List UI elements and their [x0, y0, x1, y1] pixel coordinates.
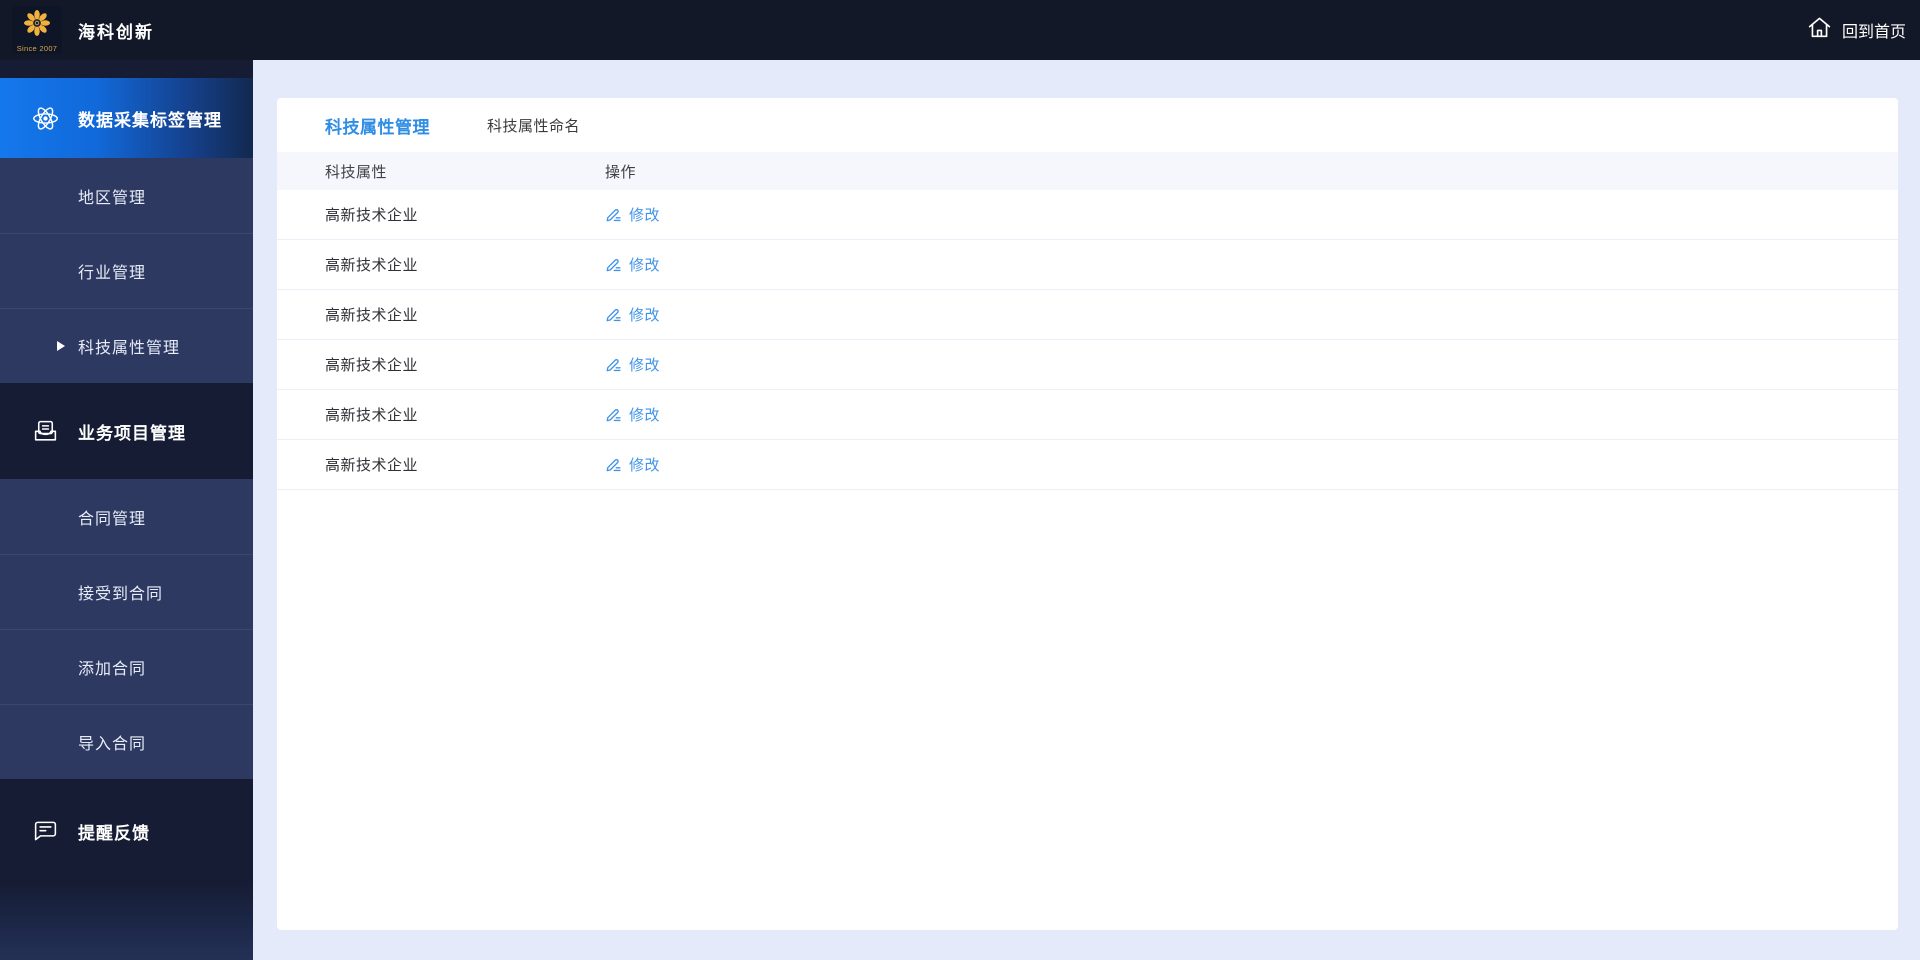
table-row: 高新技术企业 修改: [277, 240, 1898, 290]
sidebar-item-received-contracts[interactable]: 接受到合同: [0, 554, 253, 629]
sidebar-item-label: 提醒反馈: [78, 823, 150, 843]
sidebar-item-label: 数据采集标签管理: [78, 110, 222, 130]
sidebar-item-region-management[interactable]: 地区管理: [0, 158, 253, 233]
sidebar-item-label: 地区管理: [78, 189, 147, 207]
attribute-cell: 高新技术企业: [325, 207, 419, 224]
edit-button[interactable]: 修改: [605, 204, 660, 225]
attribute-cell: 高新技术企业: [325, 257, 419, 274]
edit-pen-icon: [605, 406, 622, 423]
caret-right-icon: [57, 341, 65, 351]
attribute-cell: 高新技术企业: [325, 307, 419, 324]
edit-label: 修改: [629, 257, 661, 274]
main-content: 科技属性管理 科技属性命名 科技属性 操作 高新技术企业 修改 高新技术企业 修…: [253, 60, 1920, 960]
sidebar-item-label: 添加合同: [78, 661, 147, 678]
content-card: 科技属性管理 科技属性命名 科技属性 操作 高新技术企业 修改 高新技术企业 修…: [277, 98, 1898, 930]
tab-tech-attribute-management[interactable]: 科技属性管理: [325, 113, 430, 138]
sidebar-item-reminder-feedback[interactable]: 提醒反馈: [0, 779, 253, 883]
edit-pen-icon: [605, 306, 622, 323]
sidebar-item-industry-management[interactable]: 行业管理: [0, 233, 253, 308]
sidebar-item-tech-attribute-management[interactable]: 科技属性管理: [0, 308, 253, 383]
attribute-cell: 高新技术企业: [325, 357, 419, 374]
sidebar-item-label: 行业管理: [78, 265, 147, 282]
sidebar-top-gap: [0, 60, 253, 78]
edit-button[interactable]: 修改: [605, 354, 660, 375]
book-tray-icon: [32, 418, 59, 445]
sidebar-item-import-contract[interactable]: 导入合同: [0, 704, 253, 779]
edit-label: 修改: [629, 207, 661, 224]
sidebar-item-label: 接受到合同: [78, 586, 164, 603]
sidebar-filler: [0, 883, 253, 960]
table-body: 高新技术企业 修改 高新技术企业 修改 高新技术企业 修改 高新技术企业 修改 …: [277, 190, 1898, 490]
chat-bubble-icon: [32, 818, 59, 845]
logo-since-text: Since 2007: [16, 43, 58, 53]
edit-button[interactable]: 修改: [605, 404, 660, 425]
table-row: 高新技术企业 修改: [277, 340, 1898, 390]
edit-label: 修改: [629, 357, 661, 374]
sidebar-item-business-project-management[interactable]: 业务项目管理: [0, 383, 253, 479]
sidebar-item-contract-management[interactable]: 合同管理: [0, 479, 253, 554]
edit-pen-icon: [605, 356, 622, 373]
brand-title: 海科创新: [78, 22, 154, 42]
home-icon: [1806, 14, 1833, 46]
topbar: Since 2007 海科创新 回到首页: [0, 0, 1920, 60]
edit-button[interactable]: 修改: [605, 304, 660, 325]
column-header-actions: 操作: [605, 163, 637, 181]
table-row: 高新技术企业 修改: [277, 190, 1898, 240]
table-row: 高新技术企业 修改: [277, 390, 1898, 440]
back-to-home-link[interactable]: 回到首页: [1806, 14, 1920, 46]
edit-pen-icon: [605, 256, 622, 273]
attribute-cell: 高新技术企业: [325, 407, 419, 424]
back-to-home-label: 回到首页: [1841, 24, 1906, 41]
edit-pen-icon: [605, 206, 622, 223]
sidebar-item-label: 科技属性管理: [78, 340, 181, 357]
sidebar-submenu-contracts: 合同管理 接受到合同 添加合同 导入合同: [0, 479, 253, 779]
table-row: 高新技术企业 修改: [277, 440, 1898, 490]
edit-label: 修改: [629, 457, 661, 474]
edit-label: 修改: [629, 407, 661, 424]
edit-button[interactable]: 修改: [605, 254, 660, 275]
edit-pen-icon: [605, 456, 622, 473]
sidebar-item-label: 合同管理: [78, 510, 147, 528]
sidebar-submenu-tags: 地区管理 行业管理 科技属性管理: [0, 158, 253, 383]
column-header-tech-attribute: 科技属性: [325, 163, 388, 181]
tab-bar: 科技属性管理 科技属性命名: [277, 98, 1898, 152]
flower-logo-icon: [22, 8, 52, 43]
sidebar-item-data-collection-tag-management[interactable]: 数据采集标签管理: [0, 78, 253, 158]
table-row: 高新技术企业 修改: [277, 290, 1898, 340]
atom-icon: [32, 105, 59, 132]
edit-button[interactable]: 修改: [605, 454, 660, 475]
brand: Since 2007 海科创新: [0, 6, 154, 54]
brand-logo: Since 2007: [12, 6, 62, 54]
sidebar-item-add-contract[interactable]: 添加合同: [0, 629, 253, 704]
sidebar-item-label: 导入合同: [78, 736, 147, 753]
table-header: 科技属性 操作: [277, 152, 1898, 190]
sidebar: 数据采集标签管理 地区管理 行业管理 科技属性管理 业务项目管理 合同管理 接受…: [0, 60, 253, 960]
edit-label: 修改: [629, 307, 661, 324]
attribute-cell: 高新技术企业: [325, 457, 419, 474]
tab-tech-attribute-naming[interactable]: 科技属性命名: [487, 115, 580, 136]
sidebar-item-label: 业务项目管理: [78, 423, 186, 443]
